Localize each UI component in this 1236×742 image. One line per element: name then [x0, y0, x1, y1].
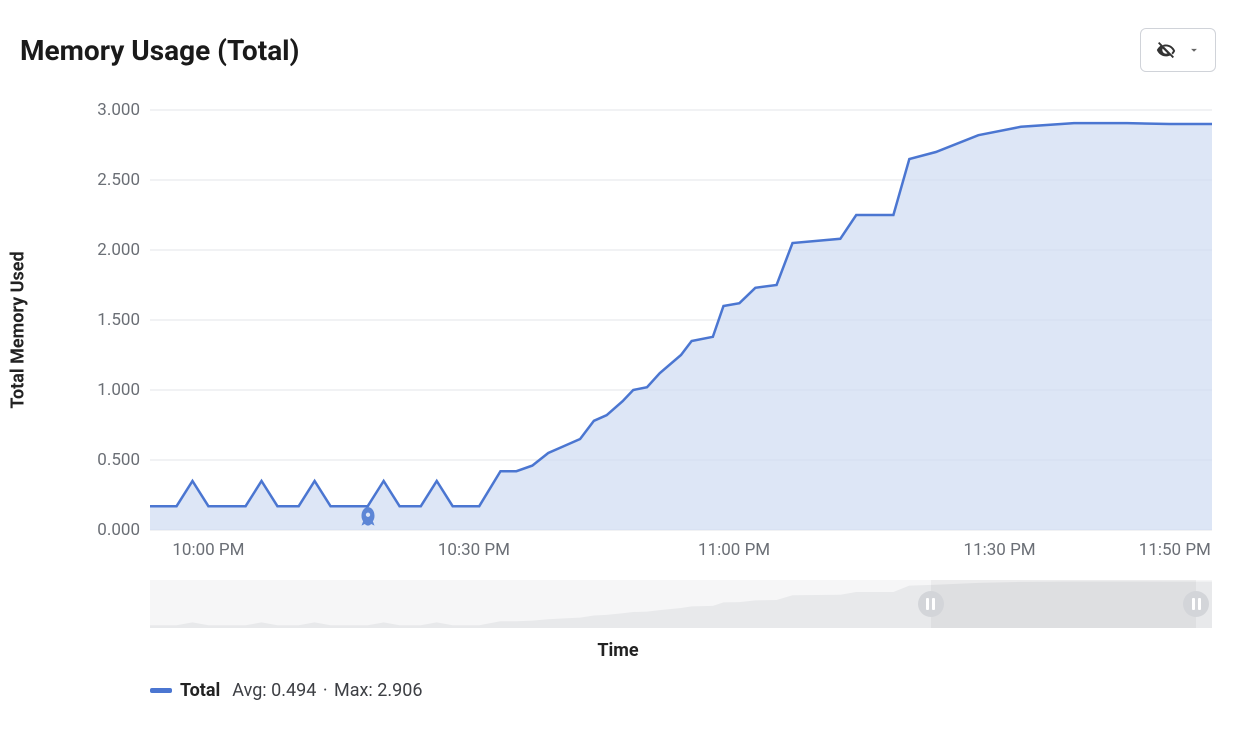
chart-legend: Total Avg: 0.494 · Max: 2.906	[150, 680, 422, 701]
x-tick-label: 10:00 PM	[172, 530, 244, 560]
visibility-off-icon	[1155, 39, 1177, 61]
chevron-down-icon	[1187, 43, 1201, 57]
y-tick-label: 1.500	[97, 310, 150, 330]
legend-series-name: Total	[180, 680, 220, 701]
y-tick-label: 0.000	[97, 520, 150, 540]
scrubber-handle-left[interactable]	[918, 591, 944, 617]
time-scrubber[interactable]	[150, 580, 1212, 628]
x-tick-label: 11:50 PM	[1139, 530, 1211, 560]
scrubber-selection[interactable]	[931, 580, 1197, 628]
legend-swatch	[150, 688, 172, 693]
scrubber-handle-right[interactable]	[1183, 591, 1209, 617]
chart-plot[interactable]: 0.0000.5001.0001.5002.0002.5003.00010:00…	[150, 110, 1212, 530]
y-tick-label: 2.000	[97, 240, 150, 260]
y-tick-label: 1.000	[97, 380, 150, 400]
y-axis-title: Total Memory Used	[8, 251, 29, 408]
chart-options-button[interactable]	[1140, 28, 1216, 72]
y-tick-label: 2.500	[97, 170, 150, 190]
x-axis-title: Time	[597, 640, 638, 661]
rocket-icon[interactable]	[355, 505, 381, 531]
x-tick-label: 10:30 PM	[438, 530, 510, 560]
x-tick-label: 11:00 PM	[698, 530, 770, 560]
x-tick-label: 11:30 PM	[964, 530, 1036, 560]
chart-title: Memory Usage (Total)	[20, 34, 299, 67]
legend-stats: Avg: 0.494 · Max: 2.906	[232, 680, 422, 701]
chart-area: Total Memory Used 0.0000.5001.0001.5002.…	[20, 90, 1212, 570]
y-tick-label: 0.500	[97, 450, 150, 470]
y-tick-label: 3.000	[97, 100, 150, 120]
